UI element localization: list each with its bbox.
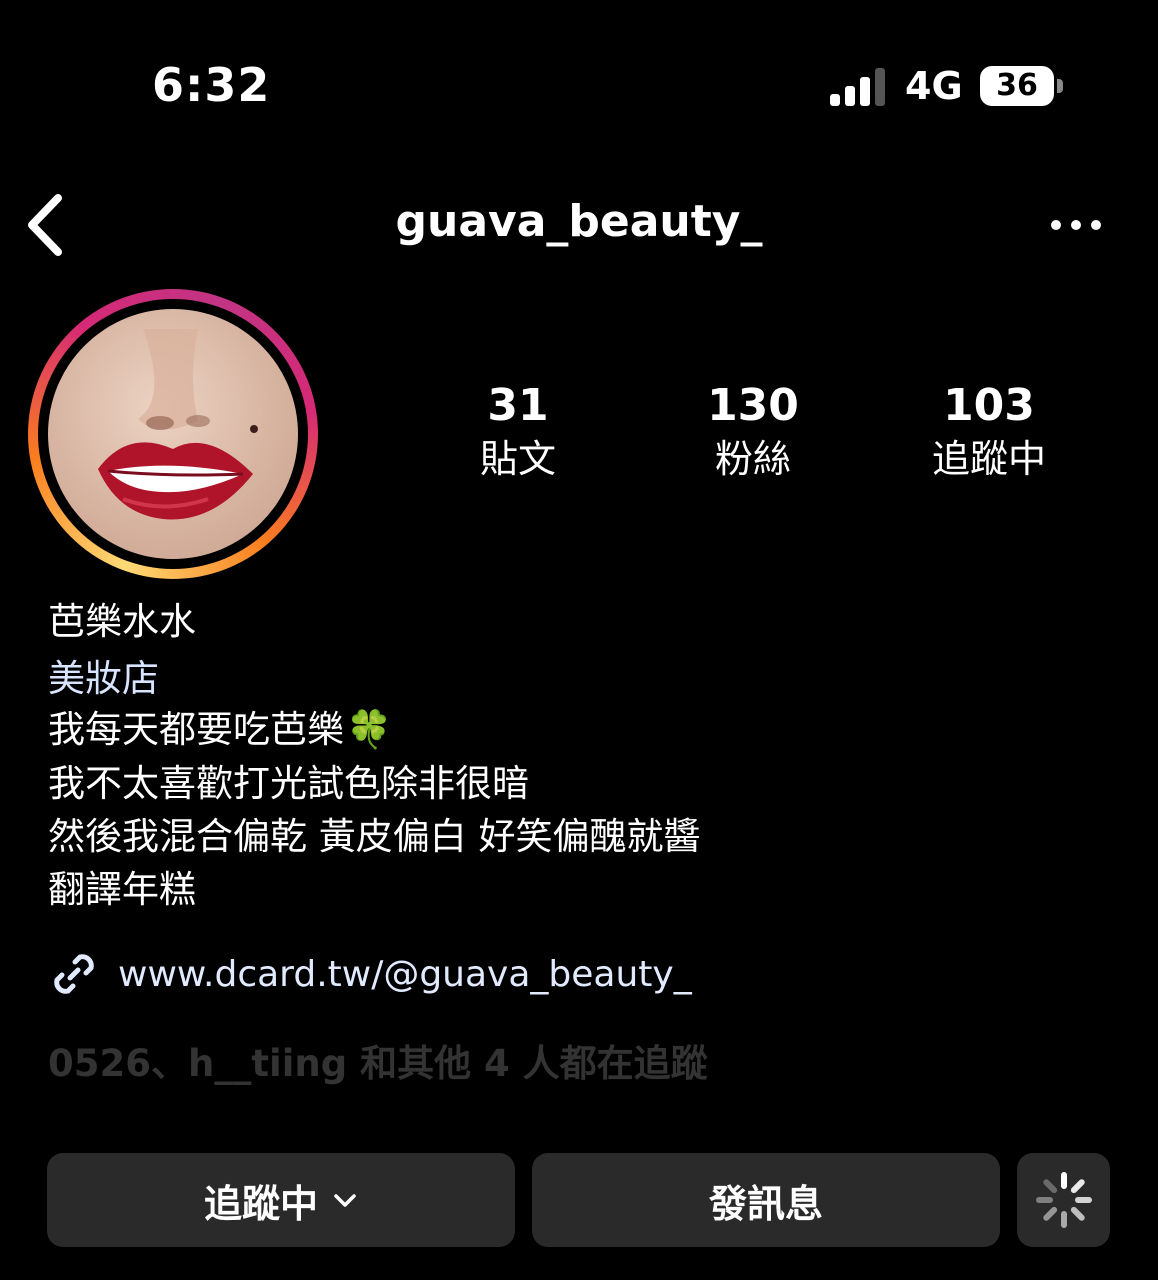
bio-line: 我不太喜歡打光試色除非很暗 xyxy=(48,762,529,805)
message-button[interactable]: 發訊息 xyxy=(532,1153,1000,1247)
stat-following[interactable]: 103 追蹤中 xyxy=(889,378,1089,484)
more-options-button[interactable] xyxy=(1048,210,1104,240)
status-time: 6:32 xyxy=(152,58,271,112)
bio-name: 芭樂水水 xyxy=(48,600,196,643)
posts-count: 31 xyxy=(487,380,549,431)
profile-username: guava_beauty_ xyxy=(395,196,763,247)
suggested-users-button[interactable] xyxy=(1017,1153,1110,1247)
battery-level: 36 xyxy=(996,68,1038,103)
followed-by-text[interactable]: 0526、h__tiing 和其他 4 人都在追蹤 xyxy=(48,1036,1068,1092)
story-ring[interactable] xyxy=(28,289,318,579)
bio-category[interactable]: 美妝店 xyxy=(48,655,159,703)
stat-followers[interactable]: 130 粉絲 xyxy=(653,378,853,484)
posts-label: 貼文 xyxy=(479,437,556,481)
clover-emoji: 🍀 xyxy=(346,708,393,751)
link-icon xyxy=(54,954,94,994)
following-button-label: 追蹤中 xyxy=(203,1181,318,1226)
network-type: 4G xyxy=(905,64,963,108)
signal-icon xyxy=(830,68,885,106)
battery-indicator: 36 xyxy=(980,66,1054,106)
bio-text: 我每天都要吃芭樂 xyxy=(48,708,344,751)
bio-line: 我每天都要吃芭樂🍀 xyxy=(48,706,392,754)
profile-link[interactable]: www.dcard.tw/@guava_beauty_ xyxy=(48,946,692,1002)
avatar-lips-image xyxy=(98,329,258,520)
following-button[interactable]: 追蹤中 xyxy=(47,1153,515,1247)
battery-tip xyxy=(1057,79,1063,93)
avatar[interactable] xyxy=(48,309,298,559)
following-label: 追蹤中 xyxy=(931,437,1046,481)
link-text[interactable]: www.dcard.tw/@guava_beauty_ xyxy=(118,954,692,995)
bio-line: 然後我混合偏乾 黃皮偏白 好笑偏醜就醬 xyxy=(48,815,701,858)
bio-line: 翻譯年糕 xyxy=(48,868,196,911)
stat-posts[interactable]: 31 貼文 xyxy=(418,378,618,484)
followers-label: 粉絲 xyxy=(714,437,791,481)
chevron-down-icon xyxy=(334,1194,356,1207)
following-count: 103 xyxy=(943,380,1035,431)
message-button-label: 發訊息 xyxy=(708,1181,823,1226)
loading-spinner-icon xyxy=(1035,1172,1092,1228)
followers-count: 130 xyxy=(707,380,799,431)
